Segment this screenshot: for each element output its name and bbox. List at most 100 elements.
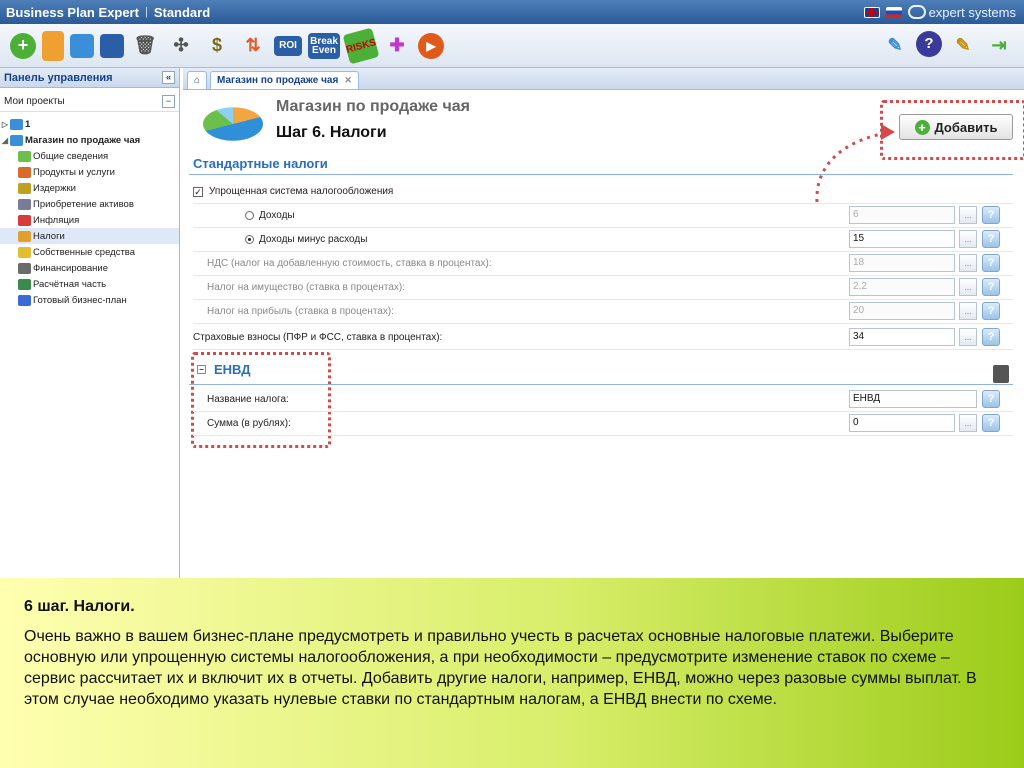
tree-item-label: Финансирование — [33, 262, 108, 274]
pie-chart-icon — [203, 107, 263, 141]
tax-name-field[interactable]: ЕНВД — [849, 390, 977, 408]
income-rate-field[interactable]: 6 — [849, 206, 955, 224]
tab-tea-shop[interactable]: Магазин по продаже чая ✕ — [210, 71, 359, 89]
property-schedule-button[interactable]: ... — [959, 278, 977, 296]
amount-schedule-button[interactable]: ... — [959, 414, 977, 432]
settings-user-icon[interactable]: ✎ — [880, 31, 910, 61]
tree-item-label: Собственные средства — [33, 246, 136, 258]
main-toolbar: + 🗑 ✣ $ ⇅ ROI Break Even RISKS ✚ ▶ ✎ ? ✎… — [0, 24, 1024, 68]
add-button[interactable]: + Добавить — [899, 114, 1013, 140]
help-icon[interactable]: ? — [982, 254, 1000, 272]
delete-icon[interactable]: 🗑 — [130, 31, 160, 61]
puzzle-icon[interactable]: ✚ — [382, 31, 412, 61]
exit-icon[interactable]: ⇥ — [984, 31, 1014, 61]
money-bag-icon[interactable]: $ — [202, 31, 232, 61]
tree-item-assets[interactable]: Приобретение активов — [0, 196, 179, 212]
app-name: Business Plan Expert — [6, 4, 139, 20]
edition-label: Standard — [153, 4, 211, 20]
tree-item-business-plan[interactable]: Готовый бизнес-план — [0, 292, 179, 308]
tree-item-tea-shop[interactable]: ◢ Магазин по продаже чая — [0, 132, 179, 148]
help-icon[interactable]: ? — [982, 230, 1000, 248]
tree-item-label: Приобретение активов — [33, 198, 134, 210]
profit-tax-field[interactable]: 20 — [849, 302, 955, 320]
business-plan-icon — [18, 294, 31, 306]
help-icon[interactable]: ? — [982, 278, 1000, 296]
envd-divider — [189, 384, 1013, 385]
project-icon — [10, 134, 23, 146]
edit-icon[interactable]: ✎ — [948, 31, 978, 61]
title-bar: Business Plan Expert | Standard expert s… — [0, 0, 1024, 24]
play-icon[interactable]: ▶ — [418, 32, 444, 59]
general-info-icon — [18, 150, 31, 162]
inflation-icon — [18, 214, 31, 226]
assets-icon — [18, 198, 31, 210]
help-icon[interactable]: ? — [982, 206, 1000, 224]
panel-header: Панель управления « — [0, 68, 179, 88]
risks-button[interactable]: RISKS — [342, 27, 380, 64]
income-schedule-button[interactable]: ... — [959, 206, 977, 224]
property-tax-field[interactable]: 2.2 — [849, 278, 955, 296]
tab-label: Магазин по продаже чая — [217, 75, 339, 86]
simplified-tax-checkbox[interactable]: ✓ — [193, 186, 203, 197]
tree-item-label: Общие сведения — [33, 150, 109, 162]
collapse-projects-button[interactable]: − — [162, 95, 175, 108]
tree-toggle[interactable]: ▷ — [0, 120, 10, 129]
tree-item-taxes[interactable]: Налоги — [0, 228, 179, 244]
tree-item-inflation[interactable]: Инфляция — [0, 212, 179, 228]
ru-flag-icon[interactable] — [885, 6, 902, 18]
uk-flag-icon[interactable] — [863, 6, 880, 18]
tree-item-products[interactable]: Продукты и услуги — [0, 164, 179, 180]
collapse-panel-button[interactable]: « — [162, 71, 175, 84]
tree-item-general-info[interactable]: Общие сведения — [0, 148, 179, 164]
help-icon[interactable]: ? — [982, 302, 1000, 320]
brand-name: expert systems — [928, 4, 1016, 20]
tree-item-label: Инфляция — [33, 214, 80, 226]
income-radio[interactable] — [245, 211, 254, 220]
copy-icon[interactable] — [70, 33, 94, 58]
overlay-title: 6 шаг. Налоги. — [24, 598, 135, 615]
brand-logo-icon — [907, 5, 926, 19]
tree-item-label: Магазин по продаже чая — [25, 134, 141, 146]
help-icon[interactable]: ? — [982, 328, 1000, 346]
folder-icon[interactable] — [42, 30, 64, 61]
help-icon[interactable]: ? — [916, 30, 942, 57]
tree-item-calculation[interactable]: Расчётная часть — [0, 276, 179, 292]
profit-schedule-button[interactable]: ... — [959, 302, 977, 320]
delete-tax-icon[interactable] — [993, 365, 1009, 383]
income-minus-schedule-button[interactable]: ... — [959, 230, 977, 248]
arrows-icon[interactable]: ⇅ — [238, 31, 268, 61]
add-icon[interactable]: + — [10, 32, 36, 59]
collapse-envd-icon[interactable]: − — [197, 365, 206, 374]
tree-item-financing[interactable]: Финансирование — [0, 260, 179, 276]
compass-icon[interactable]: ✣ — [166, 31, 196, 61]
tree-item-costs[interactable]: Издержки — [0, 180, 179, 196]
envd-title: ЕНВД — [214, 362, 251, 377]
close-icon[interactable]: ✕ — [344, 75, 352, 86]
roi-button[interactable]: ROI — [274, 35, 302, 56]
title-right: expert systems — [863, 4, 1024, 20]
help-icon[interactable]: ? — [982, 414, 1000, 432]
tree-toggle[interactable]: ◢ — [0, 136, 10, 145]
income-minus-expenses-field[interactable]: 15 — [849, 230, 955, 248]
toolbar-right: ✎ ? ✎ ⇥ — [880, 30, 1024, 61]
tree-item-project-1[interactable]: ▷ 1 — [0, 116, 179, 132]
income-minus-expenses-radio[interactable] — [245, 235, 254, 244]
brand-logo: expert systems — [907, 4, 1016, 20]
insurance-rate-field[interactable]: 34 — [849, 328, 955, 346]
tree-item-label: Готовый бизнес-план — [33, 294, 127, 306]
vat-schedule-button[interactable]: ... — [959, 254, 977, 272]
project-icon — [10, 118, 23, 130]
help-icon[interactable]: ? — [982, 390, 1000, 408]
save-icon[interactable] — [100, 33, 124, 58]
tree-item-label: Расчётная часть — [33, 278, 107, 290]
tab-strip: ⌂ Магазин по продаже чая ✕ — [183, 68, 1024, 90]
tax-amount-field[interactable]: 0 — [849, 414, 955, 432]
simplified-tax-row: ✓ Упрощенная система налогообложения — [193, 180, 1013, 204]
vat-rate-field[interactable]: 18 — [849, 254, 955, 272]
break-even-button[interactable]: Break Even — [308, 32, 340, 59]
tree-item-label: Издержки — [33, 182, 76, 194]
tree-item-equity[interactable]: Собственные средства — [0, 244, 179, 260]
project-title: Магазин по продаже чая — [276, 98, 471, 115]
insurance-schedule-button[interactable]: ... — [959, 328, 977, 346]
tab-home[interactable]: ⌂ — [187, 71, 208, 89]
